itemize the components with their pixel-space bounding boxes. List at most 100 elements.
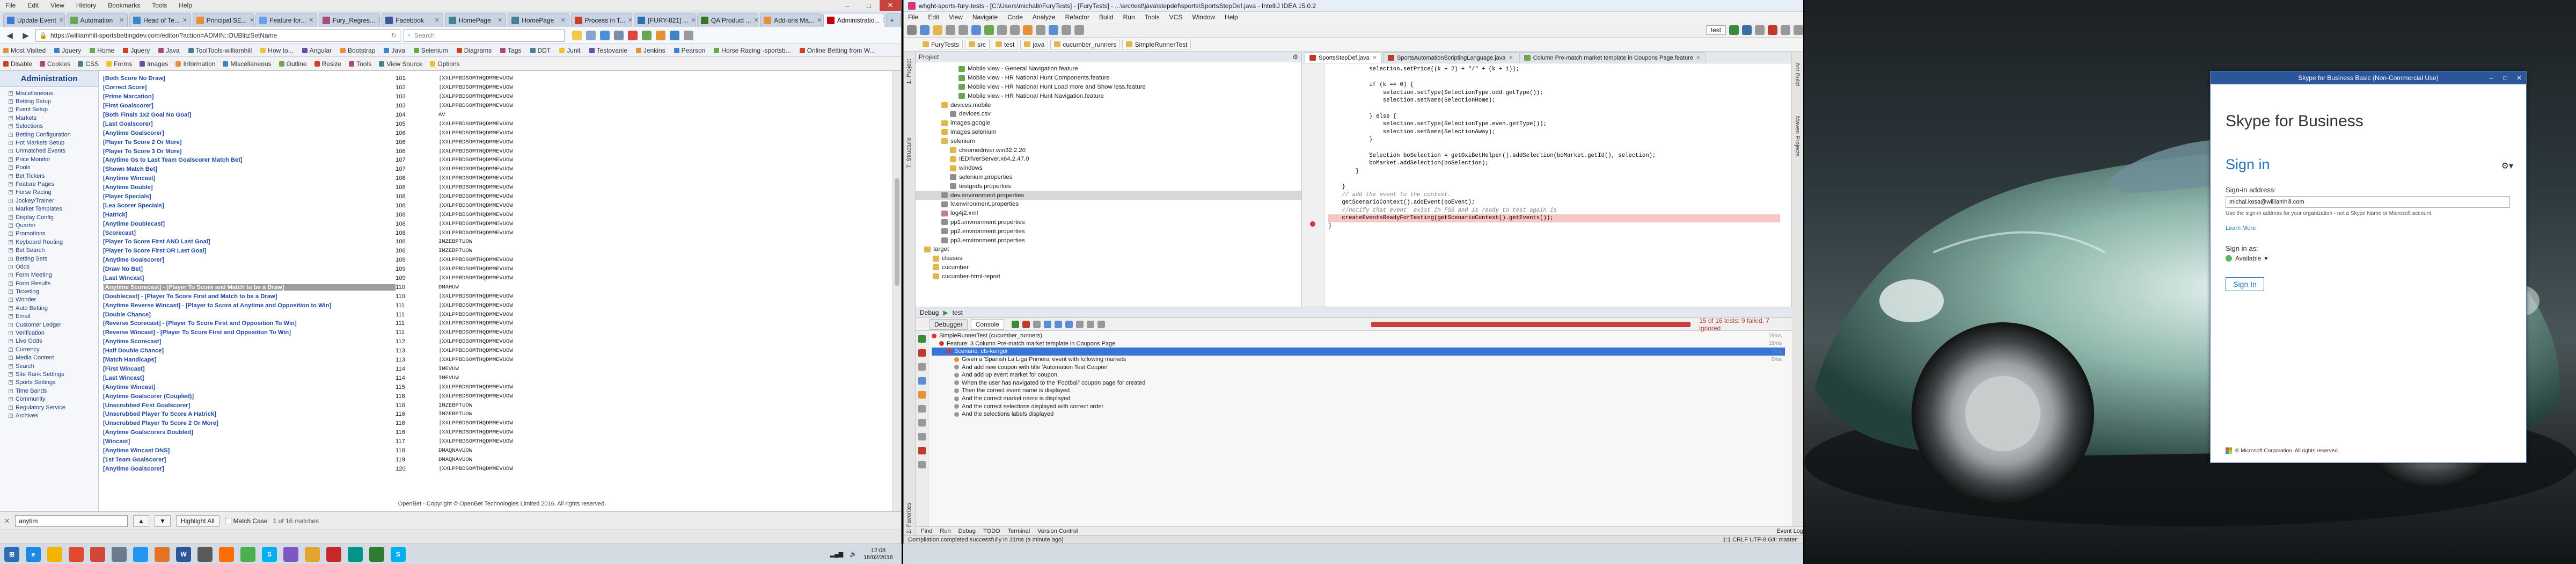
browser-tab[interactable]: Administratio...✕	[823, 13, 885, 27]
bookmark-item[interactable]: Home	[90, 47, 114, 54]
template-name-link[interactable]: [Anytime Goalscorer]	[103, 466, 396, 472]
close-tab-icon[interactable]: ✕	[59, 17, 64, 24]
debug-action-icon[interactable]	[1043, 320, 1051, 328]
project-tree-item[interactable]: selenium.properties	[916, 173, 1301, 182]
bookmark-star-icon[interactable]	[572, 30, 582, 40]
template-name-link[interactable]: [Reverse Wincast] - [Player To Score Fir…	[103, 329, 396, 336]
sidebar-item[interactable]: + Email	[0, 313, 98, 321]
browser-tab[interactable]: HomePage ✕	[508, 13, 569, 27]
toolbar-icon[interactable]	[920, 25, 930, 35]
close-tab-icon[interactable]: ✕	[628, 17, 632, 24]
expand-icon[interactable]: +	[9, 207, 13, 212]
close-tab-icon[interactable]: ✕	[882, 17, 884, 24]
template-name-link[interactable]: [Player To Score First AND Last Goal]	[103, 238, 396, 245]
debug-action-icon[interactable]	[1022, 320, 1030, 328]
expand-icon[interactable]: +	[9, 264, 13, 269]
sidebar-item[interactable]: + Sports Settings	[0, 379, 98, 387]
browser-tab[interactable]: Principal SE...✕	[192, 13, 254, 27]
ide-menu-navigate[interactable]: Navigate	[972, 13, 998, 21]
webdev-menu-cookies[interactable]: Cookies	[40, 60, 70, 68]
sidebar-item[interactable]: + Horse Racing	[0, 189, 98, 197]
bookmark-item[interactable]: How to...	[260, 47, 294, 54]
minimize-icon[interactable]: –	[837, 0, 858, 11]
expand-icon[interactable]: +	[9, 413, 13, 418]
debug-side-icon[interactable]	[918, 461, 926, 468]
taskbar-app-icon[interactable]	[305, 546, 320, 562]
bookmark-item[interactable]: Diagrams	[456, 47, 492, 54]
test-item[interactable]: Given a 'Spanish La Liga Primera' event …	[932, 356, 1785, 364]
menu-bookmarks[interactable]: Bookmarks	[108, 2, 140, 9]
project-tool-tab[interactable]: 1: Project	[906, 59, 912, 84]
taskbar-app-icon[interactable]	[155, 546, 170, 562]
template-name-link[interactable]: [Anytime Wincast DNS]	[103, 447, 396, 454]
debug-action-icon[interactable]	[1097, 320, 1105, 328]
page-scrollbar[interactable]	[892, 71, 901, 511]
sidebar-item[interactable]: + Ticketing	[0, 287, 98, 295]
bookmark-item[interactable]: Java	[384, 47, 405, 54]
test-item[interactable]: Scenario: cls-kenger 0ms	[932, 348, 1785, 356]
addon-icon[interactable]	[670, 30, 679, 40]
close-tab-icon[interactable]: ✕	[561, 17, 566, 24]
test-item[interactable]: And the selections labels displayed	[932, 410, 1785, 418]
template-name-link[interactable]: [Player To Score First OR Last Goal]	[103, 248, 396, 254]
project-tree-item[interactable]: chromedriver.win32.2.20	[916, 146, 1301, 155]
test-item[interactable]: And the correct market name is displayed	[932, 395, 1785, 403]
bookmark-item[interactable]: Junit	[559, 47, 581, 54]
close-tab-icon[interactable]: ✕	[497, 17, 502, 24]
sidebar-item[interactable]: + Promotions	[0, 230, 98, 238]
expand-icon[interactable]: +	[9, 240, 13, 244]
expand-icon[interactable]: +	[9, 232, 13, 236]
template-name-link[interactable]: [Shown Match Bet]	[103, 166, 396, 172]
template-name-link[interactable]: [Anytime Goalscorers Doubled]	[103, 429, 396, 436]
close-tab-icon[interactable]: ✕	[754, 17, 758, 24]
toolbar-icon[interactable]	[907, 25, 917, 35]
bookmark-item[interactable]: Most Visited	[3, 47, 46, 54]
expand-icon[interactable]: +	[9, 107, 13, 112]
ide-menu-edit[interactable]: Edit	[928, 13, 939, 21]
signin-button[interactable]: Sign In	[2226, 277, 2264, 291]
sidebar-item[interactable]: + Archives	[0, 411, 98, 420]
project-tree-item[interactable]: cucumber	[916, 263, 1301, 272]
expand-icon[interactable]: +	[9, 198, 13, 203]
bookmark-item[interactable]: Jquery	[54, 47, 81, 54]
favorites-tool-tab[interactable]: 2: Favorites	[906, 503, 912, 533]
ide-menu-tools[interactable]: Tools	[1145, 13, 1160, 21]
expand-icon[interactable]: +	[9, 364, 13, 368]
scroll-thumb[interactable]	[895, 178, 899, 286]
maximize-icon[interactable]: □	[858, 0, 880, 11]
browser-tab[interactable]: Head of Te... ✕	[129, 13, 191, 27]
ide-menu-run[interactable]: Run	[1123, 13, 1135, 21]
sidebar-item[interactable]: + Search	[0, 362, 98, 370]
project-tree-item[interactable]: windows	[916, 164, 1301, 173]
reload-icon[interactable]: ↻	[391, 32, 397, 39]
expand-icon[interactable]: +	[9, 223, 13, 228]
browser-tab[interactable]: Add-ons Ma... ✕	[760, 13, 822, 27]
breadcrumb-item[interactable]: src	[965, 39, 990, 49]
expand-icon[interactable]: +	[9, 115, 13, 120]
expand-icon[interactable]: +	[9, 248, 13, 253]
breadcrumb-item[interactable]: test	[992, 39, 1019, 49]
bottom-tab-find[interactable]: Find	[921, 528, 932, 534]
template-name-link[interactable]: [Both Finals 1x2 Goal No Goal]	[103, 112, 396, 118]
template-name-link[interactable]: [Anytime Scorecast]	[103, 338, 396, 345]
bookmark-item[interactable]: Tags	[500, 47, 522, 54]
project-tree-item[interactable]: devices.mobile	[916, 100, 1301, 110]
webdev-menu-disable[interactable]: Disable	[3, 60, 32, 68]
webdev-menu-outline[interactable]: Outline	[279, 60, 307, 68]
sidebar-item[interactable]: + Market Templates	[0, 205, 98, 213]
expand-icon[interactable]: +	[9, 273, 13, 278]
test-item[interactable]: Then the correct event name is displayed	[932, 387, 1785, 395]
expand-icon[interactable]: +	[9, 405, 13, 410]
bottom-tab-todo[interactable]: TODO	[983, 528, 1000, 534]
debug-action-icon[interactable]	[1065, 320, 1073, 328]
template-name-link[interactable]: [1st Team Goalscorer]	[103, 457, 396, 463]
project-tree-item[interactable]: lv.environment.properties	[916, 200, 1301, 209]
template-name-link[interactable]: [Unscrubbed Player To Score A Hatrick]	[103, 411, 396, 417]
template-name-link[interactable]: [Wincast]	[103, 438, 396, 445]
webdev-menu-tools[interactable]: Tools	[349, 60, 371, 68]
menu-edit[interactable]: Edit	[27, 2, 39, 9]
taskbar-app-icon[interactable]	[112, 546, 127, 562]
signin-address-input[interactable]: michal.kosa@williamhill.com	[2226, 196, 2510, 208]
sidebar-item[interactable]: + Currency	[0, 345, 98, 353]
debug-action-icon[interactable]	[1086, 320, 1094, 328]
